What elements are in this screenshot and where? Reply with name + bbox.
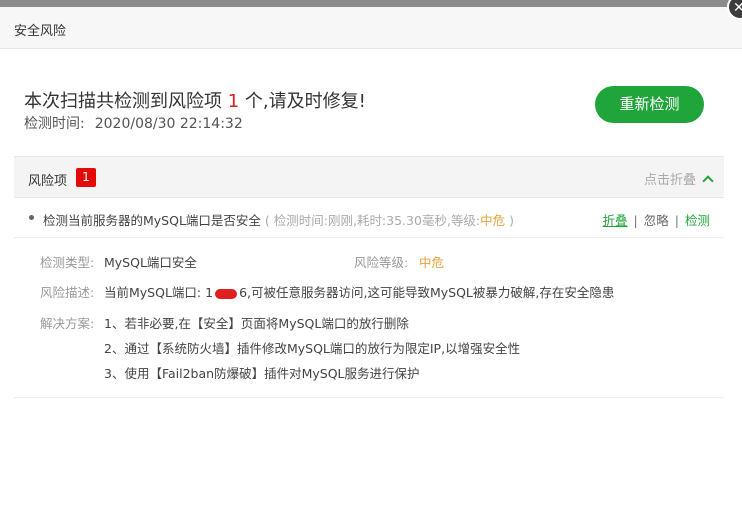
solution-item: 1、若非必要,在【安全】页面将MySQL端口的放行删除 xyxy=(104,316,409,331)
redaction-mark xyxy=(215,288,238,299)
risk-item-level: 中危 xyxy=(480,213,506,228)
fold-link[interactable]: 折叠 xyxy=(603,213,628,228)
risk-item-text: 检测当前服务器的MySQL端口是否安全 ( 检测时间:刚刚,耗时:35.30毫秒… xyxy=(43,210,514,229)
ignore-link[interactable]: 忽略 xyxy=(644,213,669,228)
check-time-value: 2020/08/30 22:14:32 xyxy=(94,116,243,132)
check-time: 检测时间: 2020/08/30 22:14:32 xyxy=(24,113,243,133)
dialog-title: 安全风险 xyxy=(14,24,67,39)
solution-item: 3、使用【Fail2ban防爆破】插件对MySQL服务进行保护 xyxy=(104,366,420,381)
risk-detail-panel: 检测类型: MySQL端口安全 风险等级: 中危 风险描述: 当前MySQL端口… xyxy=(14,238,724,398)
divider: | xyxy=(674,213,679,228)
divider: | xyxy=(633,213,638,228)
risk-count: 1 xyxy=(227,91,240,112)
risk-count-badge: 1 xyxy=(76,168,96,187)
collapse-toggle[interactable]: 点击折叠 xyxy=(644,169,714,188)
risk-section-header: 风险项 1 点击折叠 xyxy=(14,156,724,198)
solution-item: 2、通过【系统防火墙】插件修改MySQL端口的放行为限定IP,以增强安全性 xyxy=(104,341,521,356)
risk-item-meta: ( 检测时间:刚刚,耗时:35.30毫秒,等级:中危 ) xyxy=(264,213,515,228)
risk-desc-label: 风险描述: xyxy=(40,285,95,300)
risk-item-title: 检测当前服务器的MySQL端口是否安全 xyxy=(43,213,261,228)
risk-section-title: 风险项 xyxy=(28,174,68,189)
risk-desc-value: 当前MySQL端口: 1 6,可被任意服务器访问,这可能导致MySQL被暴力破解,… xyxy=(104,285,615,300)
summary-suffix: 个,请及时修复! xyxy=(244,91,366,112)
detect-type-label: 检测类型: xyxy=(40,255,95,270)
risk-level-value: 中危 xyxy=(419,255,445,270)
chevron-up-icon[interactable] xyxy=(702,175,714,187)
check-link[interactable]: 检测 xyxy=(685,213,710,228)
risk-item-row: 检测当前服务器的MySQL端口是否安全 ( 检测时间:刚刚,耗时:35.30毫秒… xyxy=(14,198,724,238)
solution-label: 解决方案: xyxy=(40,316,95,331)
window-top-bar xyxy=(0,0,742,7)
collapse-label[interactable]: 点击折叠 xyxy=(644,173,696,188)
detect-type-value: MySQL端口安全 xyxy=(104,255,197,270)
check-time-label: 检测时间: xyxy=(24,116,85,132)
close-icon[interactable]: ✕ xyxy=(733,1,742,15)
risk-level-label: 风险等级: xyxy=(354,255,409,270)
risk-item-actions: 折叠 | 忽略 | 检测 xyxy=(603,210,710,229)
dialog-header: 安全风险 xyxy=(0,7,742,49)
recheck-button[interactable]: 重新检测 xyxy=(595,86,704,123)
scan-summary: 本次扫描共检测到风险项 1 个,请及时修复! xyxy=(24,87,366,113)
bullet-icon xyxy=(29,215,34,220)
summary-prefix: 本次扫描共检测到风险项 xyxy=(24,91,222,112)
